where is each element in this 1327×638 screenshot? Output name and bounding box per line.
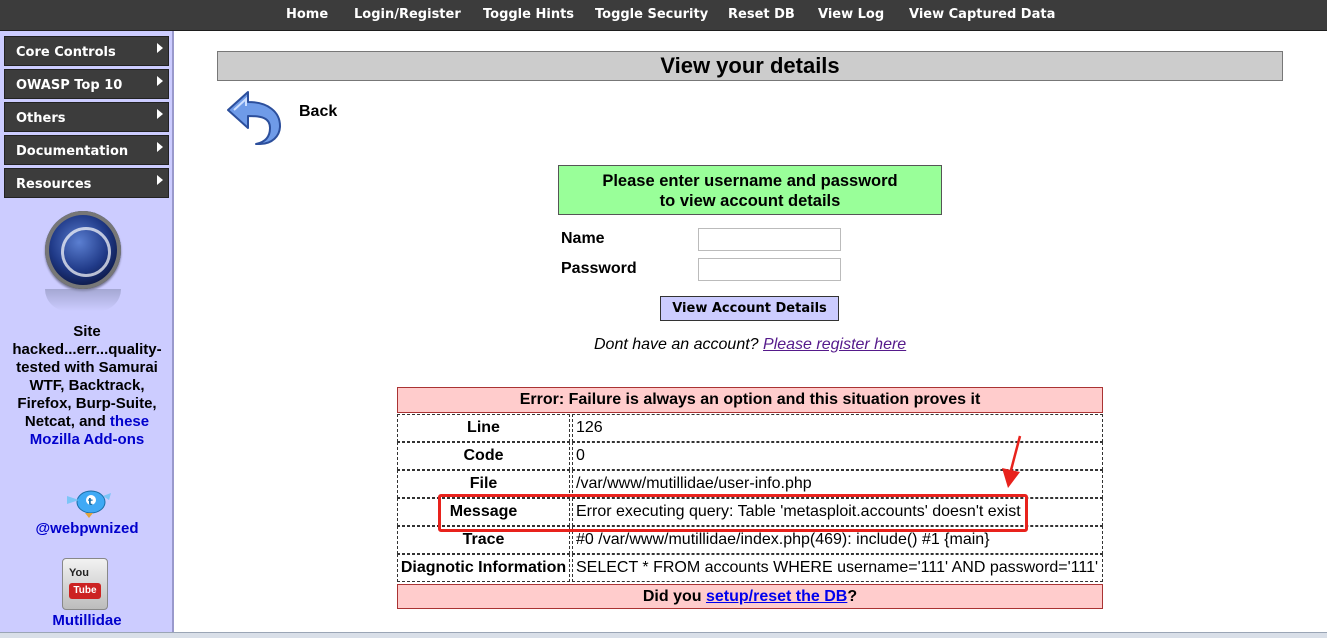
footer-suffix: ? — [847, 588, 858, 605]
site-text-line: tested with Samurai — [16, 359, 158, 376]
back-arrow-icon[interactable] — [220, 88, 286, 146]
nav-toggle-hints[interactable]: Toggle Hints — [483, 7, 574, 22]
sidebar-item-label: Others — [16, 111, 66, 126]
nav-view-log[interactable]: View Log — [818, 7, 884, 22]
password-input[interactable] — [698, 258, 841, 281]
site-text-line: WTF, Backtrack, — [29, 377, 145, 394]
prompt-line: Please enter username and password — [602, 172, 898, 190]
chevron-right-icon — [157, 175, 163, 185]
nav-view-captured-data[interactable]: View Captured Data — [909, 7, 1055, 22]
svg-text:t: t — [88, 497, 93, 508]
annotation-arrow-icon — [1002, 435, 1022, 488]
back-link[interactable]: Back — [299, 103, 337, 121]
sidebar-item-owasp-top-10[interactable]: OWASP Top 10 — [4, 69, 169, 99]
youtube-tube-text: Tube — [69, 583, 101, 599]
login-prompt-box: Please enter username and password to vi… — [558, 165, 942, 215]
sidebar-item-core-controls[interactable]: Core Controls — [4, 36, 169, 66]
youtube-link[interactable]: Mutillidae — [4, 612, 170, 629]
top-nav: Home Login/Register Toggle Hints Toggle … — [0, 0, 1327, 31]
sidebar-item-documentation[interactable]: Documentation — [4, 135, 169, 165]
twitter-bird-icon[interactable]: t — [65, 486, 111, 518]
sidebar-item-resources[interactable]: Resources — [4, 168, 169, 198]
setup-reset-db-link[interactable]: setup/reset the DB — [706, 588, 847, 605]
sidebar-item-others[interactable]: Others — [4, 102, 169, 132]
chevron-right-icon — [157, 142, 163, 152]
sidebar-item-label: Core Controls — [16, 45, 116, 60]
nav-login-register[interactable]: Login/Register — [354, 7, 461, 22]
twitter-link[interactable]: @webpwnized — [4, 520, 170, 537]
error-key: Line — [397, 414, 570, 442]
register-link[interactable]: Please register here — [763, 336, 906, 353]
mozilla-addons-link[interactable]: Mozilla Add-ons — [4, 431, 170, 449]
sidebar-item-label: Documentation — [16, 144, 129, 159]
these-link[interactable]: these — [110, 413, 149, 430]
register-prefix: Dont have an account? — [594, 336, 759, 353]
page-title: View your details — [217, 51, 1283, 81]
view-account-details-button[interactable]: View Account Details — [660, 296, 839, 321]
chevron-right-icon — [157, 76, 163, 86]
youtube-icon[interactable]: You Tube — [62, 558, 108, 610]
sidebar-item-label: Resources — [16, 177, 92, 192]
owasp-logo-icon — [45, 211, 121, 289]
table-row: Diagnotic Information SELECT * FROM acco… — [397, 554, 1103, 582]
site-text-line: Netcat, and these — [4, 413, 170, 431]
nav-reset-db[interactable]: Reset DB — [728, 7, 795, 22]
error-value: SELECT * FROM accounts WHERE username='1… — [572, 554, 1103, 582]
nav-toggle-security[interactable]: Toggle Security — [595, 7, 708, 22]
owasp-logo-reflection — [45, 289, 121, 311]
password-label: Password — [561, 260, 637, 277]
prompt-line: to view account details — [659, 192, 841, 210]
site-text-line: Site — [73, 323, 101, 340]
site-text-line: Firefox, Burp-Suite, — [17, 395, 157, 412]
footer-prefix: Did you — [642, 588, 702, 605]
site-text-fragment: Netcat, and — [24, 413, 106, 430]
site-tested-text: Site hacked...err...quality- tested with… — [4, 323, 170, 449]
taskbar-strip — [0, 632, 1327, 638]
chevron-right-icon — [157, 43, 163, 53]
annotation-highlight-box — [438, 494, 1028, 532]
error-header: Error: Failure is always an option and t… — [397, 387, 1103, 413]
chevron-right-icon — [157, 109, 163, 119]
error-key: Code — [397, 442, 570, 470]
register-line: Dont have an account? Please register he… — [594, 336, 906, 354]
site-text-line: hacked...err...quality- — [12, 341, 162, 358]
nav-home[interactable]: Home — [286, 7, 328, 22]
error-footer: Did you setup/reset the DB? — [397, 584, 1103, 609]
youtube-you-text: You — [69, 567, 89, 579]
error-key: Diagnotic Information — [397, 554, 570, 582]
name-label: Name — [561, 230, 605, 247]
name-input[interactable] — [698, 228, 841, 251]
sidebar-item-label: OWASP Top 10 — [16, 78, 123, 93]
